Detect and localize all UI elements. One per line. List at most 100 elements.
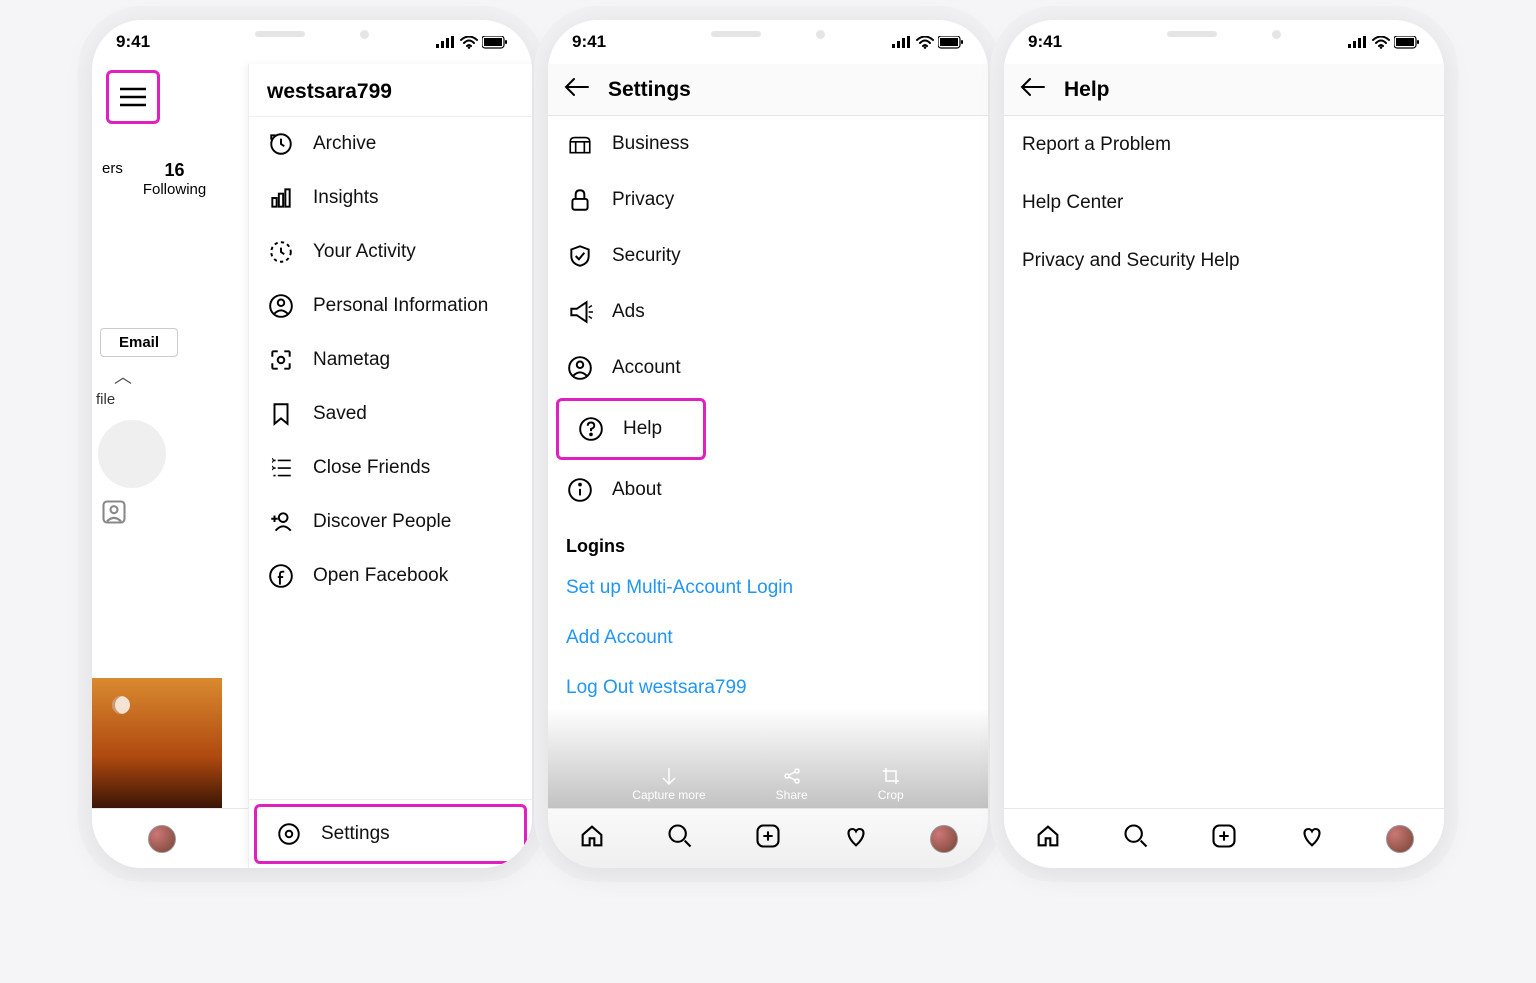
hamburger-menu-button[interactable] — [106, 70, 160, 124]
settings-item-account[interactable]: Account — [548, 340, 988, 396]
drawer-item-saved[interactable]: Saved — [249, 387, 532, 441]
settings-item-security[interactable]: Security — [548, 228, 988, 284]
drawer-item-label: Saved — [313, 403, 367, 425]
battery-icon — [482, 36, 508, 49]
drawer-item-label: Discover People — [313, 511, 451, 533]
settings-item-label: Ads — [612, 301, 645, 323]
help-item-help-center[interactable]: Help Center — [1004, 174, 1444, 232]
email-button[interactable]: Email — [100, 328, 178, 357]
chevron-up-icon[interactable]: ︿ — [114, 363, 248, 389]
multi-account-login-link[interactable]: Set up Multi-Account Login — [548, 563, 988, 613]
crop-button[interactable]: Crop — [878, 766, 904, 802]
following-count: 16 — [143, 160, 206, 181]
help-item-report-problem[interactable]: Report a Problem — [1004, 116, 1444, 174]
wifi-icon — [460, 36, 478, 49]
settings-item-ads[interactable]: Ads — [548, 284, 988, 340]
drawer-item-label: Close Friends — [313, 457, 430, 479]
gear-icon — [275, 820, 303, 848]
nav-home-icon[interactable] — [578, 822, 606, 855]
cellular-icon — [436, 36, 456, 48]
drawer-item-label: Your Activity — [313, 241, 416, 263]
cellular-icon — [1348, 36, 1368, 48]
status-time: 9:41 — [116, 32, 150, 52]
notch — [1134, 20, 1314, 48]
help-icon — [577, 415, 605, 443]
nav-add-icon[interactable] — [1210, 822, 1238, 855]
back-button[interactable] — [1020, 77, 1046, 102]
settings-item-label: About — [612, 479, 662, 501]
side-drawer: westsara799 Archive Insights Your Activi… — [248, 64, 532, 868]
nav-profile-avatar[interactable] — [1386, 825, 1414, 853]
settings-item-business[interactable]: Business — [548, 116, 988, 172]
wifi-icon — [1372, 36, 1390, 49]
nav-home-icon[interactable] — [1034, 822, 1062, 855]
back-button[interactable] — [564, 77, 590, 102]
hamburger-icon — [118, 86, 148, 108]
status-time: 9:41 — [1028, 32, 1062, 52]
shield-icon — [566, 242, 594, 270]
stat-ers-label: ers — [102, 160, 123, 177]
status-icons — [892, 36, 964, 49]
add-account-link[interactable]: Add Account — [548, 613, 988, 663]
nav-profile-avatar[interactable] — [930, 825, 958, 853]
photo-thumbnail[interactable] — [92, 678, 222, 808]
facebook-icon — [267, 562, 295, 590]
drawer-item-label: Nametag — [313, 349, 390, 371]
status-icons — [436, 36, 508, 49]
drawer-item-insights[interactable]: Insights — [249, 171, 532, 225]
nav-search-icon[interactable] — [1122, 822, 1150, 855]
drawer-item-label: Insights — [313, 187, 378, 209]
settings-item-help[interactable]: Help — [556, 398, 706, 460]
lock-icon — [566, 186, 594, 214]
drawer-item-open-facebook[interactable]: Open Facebook — [249, 549, 532, 603]
settings-title: Settings — [608, 78, 691, 102]
notch — [222, 20, 402, 48]
person-icon — [267, 292, 295, 320]
settings-item-label: Account — [612, 357, 681, 379]
drawer-item-settings[interactable]: Settings — [254, 804, 527, 864]
profile-stats: ers 16Following — [92, 140, 248, 218]
close-friends-icon — [267, 454, 295, 482]
drawer-username: westsara799 — [249, 64, 532, 117]
insights-icon — [267, 184, 295, 212]
drawer-item-discover-people[interactable]: Discover People — [249, 495, 532, 549]
settings-header: Settings — [548, 64, 988, 116]
share-button[interactable]: Share — [776, 766, 808, 802]
drawer-item-your-activity[interactable]: Your Activity — [249, 225, 532, 279]
settings-content: Business Privacy Security Ads Account He… — [548, 116, 988, 808]
battery-icon — [938, 36, 964, 49]
nav-heart-icon[interactable] — [1298, 822, 1326, 855]
tagged-photos-icon[interactable] — [100, 498, 248, 531]
following-label: Following — [143, 181, 206, 198]
account-icon — [566, 354, 594, 382]
drawer-item-nametag[interactable]: Nametag — [249, 333, 532, 387]
battery-icon — [1394, 36, 1420, 49]
story-highlight-placeholder[interactable] — [98, 420, 166, 488]
file-label: file — [96, 391, 248, 408]
settings-item-privacy[interactable]: Privacy — [548, 172, 988, 228]
nav-profile-avatar[interactable] — [148, 825, 176, 853]
logins-section-label: Logins — [548, 518, 988, 563]
drawer-item-personal-info[interactable]: Personal Information — [249, 279, 532, 333]
discover-people-icon — [267, 508, 295, 536]
drawer-item-label: Archive — [313, 133, 376, 155]
screenshot-toolbar: Capture more Share Crop — [548, 766, 988, 802]
settings-item-about[interactable]: About — [548, 462, 988, 518]
nav-heart-icon[interactable] — [842, 822, 870, 855]
drawer-item-archive[interactable]: Archive — [249, 117, 532, 171]
drawer-item-label: Open Facebook — [313, 565, 448, 587]
help-item-privacy-security[interactable]: Privacy and Security Help — [1004, 232, 1444, 290]
settings-item-label: Security — [612, 245, 681, 267]
help-title: Help — [1064, 78, 1110, 102]
capture-more-button[interactable]: Capture more — [632, 766, 705, 802]
bookmark-icon — [267, 400, 295, 428]
nav-search-icon[interactable] — [666, 822, 694, 855]
nav-add-icon[interactable] — [754, 822, 782, 855]
drawer-item-close-friends[interactable]: Close Friends — [249, 441, 532, 495]
logout-link[interactable]: Log Out westsara799 — [548, 663, 988, 713]
help-header: Help — [1004, 64, 1444, 116]
nametag-icon — [267, 346, 295, 374]
help-content: Report a Problem Help Center Privacy and… — [1004, 116, 1444, 808]
status-icons — [1348, 36, 1420, 49]
wifi-icon — [916, 36, 934, 49]
